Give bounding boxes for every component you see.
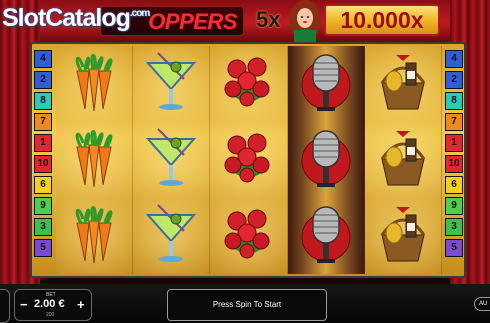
payline-indicator: 3 <box>445 218 463 236</box>
payline-indicator: 5 <box>34 239 52 257</box>
payline-indicator: 10 <box>445 155 463 173</box>
payline-indicator: 2 <box>34 71 52 89</box>
roses-icon <box>217 49 279 120</box>
martini-icon <box>140 201 202 272</box>
reel-grid <box>56 46 442 274</box>
payline-column-right: 4 2 8 7 1 10 6 9 3 5 <box>445 50 463 260</box>
microphone-icon <box>295 201 357 272</box>
reel-cell <box>210 46 288 122</box>
gift-basket-icon <box>372 201 434 272</box>
autoplay-button[interactable]: AU <box>474 297 490 311</box>
reel-cell <box>210 198 288 274</box>
reel-cell <box>133 46 211 122</box>
payline-indicator: 3 <box>34 218 52 236</box>
carrot-icon <box>63 49 125 120</box>
bet-decrease-button[interactable]: − <box>20 297 28 312</box>
showgirl-icon <box>289 0 321 44</box>
martini-icon <box>140 125 202 196</box>
bet-increase-button[interactable]: + <box>77 297 85 312</box>
reel-cell <box>364 198 442 274</box>
martini-icon <box>140 49 202 120</box>
reel-cell <box>364 122 442 198</box>
reel-cell <box>210 122 288 198</box>
payline-indicator: 10 <box>34 155 52 173</box>
reel-cell <box>56 198 134 274</box>
slotcatalog-watermark: SlotCatalog.com <box>2 4 152 38</box>
microphone-icon <box>295 125 357 196</box>
bet-value: 2.00 € <box>34 298 65 310</box>
multiplier-prefix: 5x <box>256 7 281 32</box>
payline-indicator: 7 <box>445 113 463 131</box>
reel-cell <box>133 198 211 274</box>
payline-indicator: 9 <box>445 197 463 215</box>
roses-icon <box>217 125 279 196</box>
max-multiplier-banner: 10.000x <box>324 4 440 36</box>
payline-indicator: 4 <box>445 50 463 68</box>
payline-indicator: 4 <box>34 50 52 68</box>
reel-cell <box>364 46 442 122</box>
bet-sub-value: 200 <box>46 312 55 318</box>
reel-cell <box>287 122 365 198</box>
reel-cell <box>287 46 365 122</box>
payline-column-left: 4 2 8 7 1 10 6 9 3 5 <box>34 50 52 260</box>
microphone-icon <box>295 49 357 120</box>
payline-indicator: 5 <box>445 239 463 257</box>
payline-indicator: 2 <box>445 71 463 89</box>
gift-basket-icon <box>372 49 434 120</box>
spin-button[interactable]: Press Spin To Start <box>167 289 327 321</box>
roses-icon <box>217 201 279 272</box>
payline-indicator: 6 <box>445 176 463 194</box>
reel-cell <box>133 122 211 198</box>
payline-indicator: 1 <box>445 134 463 152</box>
watermark-suffix: .com <box>129 8 150 19</box>
carrot-icon <box>63 125 125 196</box>
payline-indicator: 6 <box>34 176 52 194</box>
reel-cell <box>56 122 134 198</box>
payline-indicator: 8 <box>34 92 52 110</box>
menu-button[interactable] <box>0 289 10 323</box>
carrot-icon <box>63 201 125 272</box>
reel-cell <box>56 46 134 122</box>
watermark-main: SlotCatalog <box>2 4 131 32</box>
payline-indicator: 8 <box>445 92 463 110</box>
reel-cell <box>287 198 365 274</box>
payline-indicator: 1 <box>34 134 52 152</box>
gift-basket-icon <box>372 125 434 196</box>
payline-indicator: 9 <box>34 197 52 215</box>
payline-indicator: 7 <box>34 113 52 131</box>
